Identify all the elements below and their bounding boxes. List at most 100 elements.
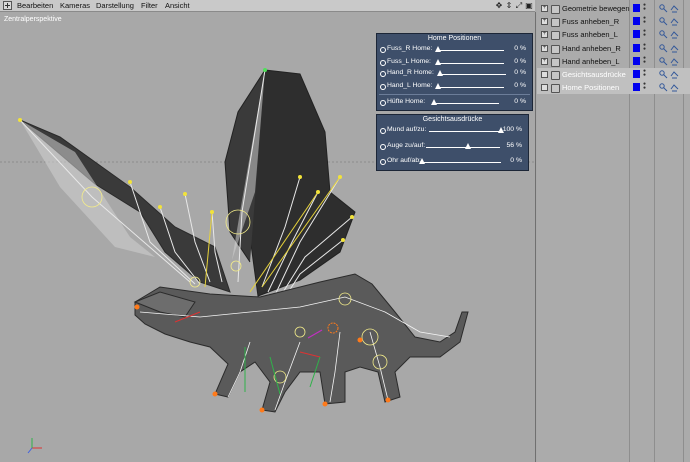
- visibility-dots-icon[interactable]: ● ●: [643, 82, 646, 92]
- object-row[interactable]: + Geometrie bewegen ● ●: [537, 2, 690, 15]
- object-row[interactable]: + Fuss anheben_R ● ●: [537, 15, 690, 28]
- menu-kameras[interactable]: Kameras: [60, 1, 90, 10]
- constraint-tag-icon[interactable]: [670, 44, 679, 53]
- slider-thumb[interactable]: [435, 46, 441, 52]
- expand-toggle-icon[interactable]: [541, 71, 548, 78]
- slider-label: Ohr auf/ab:: [387, 157, 422, 164]
- slider-track[interactable]: [437, 50, 504, 51]
- constraint-tag-icon[interactable]: [670, 70, 679, 79]
- expand-toggle-icon[interactable]: +: [541, 44, 548, 52]
- constraint-tag-icon[interactable]: [670, 30, 679, 39]
- xpresso-tag-icon[interactable]: [659, 4, 668, 13]
- object-row[interactable]: Home Positionen ● ●: [537, 81, 690, 95]
- slider-track[interactable]: [429, 131, 501, 132]
- wing-tip-marker: [263, 68, 267, 72]
- object-name[interactable]: Fuss anheben_R: [562, 17, 619, 26]
- object-row[interactable]: Gesichtsausdrücke ● ●: [537, 68, 690, 81]
- xpresso-tag-icon[interactable]: [659, 83, 668, 92]
- object-row[interactable]: + Hand anheben_R ● ●: [537, 42, 690, 55]
- bullet-icon: [380, 144, 386, 150]
- slider-thumb[interactable]: [419, 158, 425, 164]
- zoom-view-icon[interactable]: ⤢: [515, 1, 523, 10]
- menu-bearbeiten[interactable]: Bearbeiten: [17, 1, 53, 10]
- slider-thumb[interactable]: [465, 143, 471, 149]
- visibility-dots-icon[interactable]: ● ●: [643, 3, 646, 13]
- slider-ohr-auf-ab[interactable]: Ohr auf/ab: 0 %: [379, 156, 526, 167]
- object-name[interactable]: Hand anheben_R: [562, 44, 621, 53]
- null-object-icon: [551, 71, 560, 80]
- slider-label: Hand_R Home:: [387, 69, 434, 76]
- bullet-icon: [380, 60, 386, 66]
- layer-color-swatch[interactable]: [633, 17, 640, 26]
- expand-toggle-icon[interactable]: +: [541, 18, 548, 26]
- visibility-dots-icon[interactable]: ● ●: [643, 16, 646, 26]
- slider-huefte-home[interactable]: Hüfte Home: 0 %: [379, 97, 530, 108]
- slider-track[interactable]: [426, 147, 500, 148]
- home-panel-title: Home Positionen: [427, 35, 482, 42]
- layer-color-swatch[interactable]: [633, 4, 640, 12]
- object-name[interactable]: Home Positionen: [562, 83, 619, 92]
- slider-auge-zu-auf[interactable]: Auge zu/auf: 56 %: [379, 141, 526, 152]
- slider-track[interactable]: [437, 87, 504, 88]
- constraint-tag-icon[interactable]: [670, 17, 679, 26]
- slider-track[interactable]: [421, 162, 501, 163]
- right-wing-membrane: [249, 69, 356, 297]
- slider-fuss-l-home[interactable]: Fuss_L Home: 0 %: [379, 57, 530, 68]
- layer-color-swatch[interactable]: [633, 30, 640, 39]
- slider-hand-l-home[interactable]: Hand_L Home: 0 %: [379, 81, 530, 92]
- visibility-dots-icon[interactable]: ● ●: [643, 69, 646, 79]
- visibility-dots-icon[interactable]: ● ●: [643, 55, 646, 66]
- object-name[interactable]: Gesichtsausdrücke: [562, 70, 626, 79]
- null-object-icon: [551, 44, 560, 54]
- expand-toggle-icon[interactable]: +: [541, 57, 548, 65]
- slider-track[interactable]: [437, 63, 504, 64]
- camera-label[interactable]: Zentralperspektive: [4, 16, 62, 23]
- rotate-view-icon[interactable]: ▣: [525, 1, 533, 10]
- slider-fuss-r-home[interactable]: Fuss_R Home: 0 %: [379, 44, 530, 55]
- xpresso-tag-icon[interactable]: [659, 57, 668, 66]
- slider-track[interactable]: [433, 103, 499, 104]
- expand-toggle-icon[interactable]: +: [541, 5, 548, 12]
- xpresso-tag-icon[interactable]: [659, 17, 668, 26]
- layer-color-swatch[interactable]: [633, 43, 640, 52]
- gesichtsausdruecke-panel: Gesichtsausdrücke Mund auf/zu: 100 % Aug…: [376, 114, 529, 171]
- expand-toggle-icon[interactable]: +: [541, 31, 548, 39]
- move-view-icon[interactable]: ✥: [495, 1, 503, 10]
- layer-color-swatch[interactable]: [633, 70, 640, 78]
- constraint-tag-icon[interactable]: [670, 57, 679, 66]
- visibility-dots-icon[interactable]: ● ●: [643, 42, 646, 53]
- viewport-menubar: Bearbeiten Kameras Darstellung Filter An…: [0, 0, 535, 12]
- object-name[interactable]: Hand anheben_L: [562, 57, 620, 66]
- menu-ansicht[interactable]: Ansicht: [165, 1, 190, 10]
- xpresso-tag-icon[interactable]: [659, 43, 668, 53]
- slider-mund-auf-zu[interactable]: Mund auf/zu: 100 %: [379, 125, 526, 136]
- slider-thumb[interactable]: [431, 99, 437, 105]
- slider-hand-r-home[interactable]: Hand_R Home: 0 %: [379, 68, 530, 79]
- object-row[interactable]: + Hand anheben_L ● ●: [537, 55, 690, 68]
- layer-color-swatch[interactable]: [633, 56, 640, 65]
- menu-darstellung[interactable]: Darstellung: [96, 1, 134, 10]
- object-name[interactable]: Fuss anheben_L: [562, 30, 618, 39]
- object-row[interactable]: + Fuss anheben_L ● ●: [537, 28, 690, 41]
- menu-filter[interactable]: Filter: [141, 1, 158, 10]
- slider-label: Hüfte Home:: [387, 98, 426, 105]
- slider-track[interactable]: [439, 74, 506, 75]
- xpresso-tag-icon[interactable]: [659, 30, 668, 39]
- layer-color-swatch[interactable]: [633, 83, 640, 92]
- object-name[interactable]: Geometrie bewegen: [562, 4, 630, 13]
- slider-thumb[interactable]: [435, 83, 441, 89]
- null-object-icon: [551, 18, 560, 28]
- visibility-dots-icon[interactable]: ● ●: [643, 29, 646, 39]
- viewport-menu-icon[interactable]: [3, 1, 12, 10]
- constraint-tag-icon[interactable]: [670, 83, 679, 92]
- xpresso-tag-icon[interactable]: [659, 70, 668, 79]
- slider-thumb[interactable]: [437, 70, 443, 76]
- constraint-tag-icon[interactable]: [670, 4, 679, 13]
- bullet-icon: [380, 84, 386, 90]
- slider-value: 0 %: [514, 82, 526, 89]
- expand-toggle-icon[interactable]: [541, 84, 548, 92]
- slider-value: 0 %: [510, 157, 522, 164]
- scroll-view-icon[interactable]: ⇕: [505, 1, 513, 10]
- slider-thumb[interactable]: [435, 59, 441, 65]
- dragon-body: [134, 273, 469, 413]
